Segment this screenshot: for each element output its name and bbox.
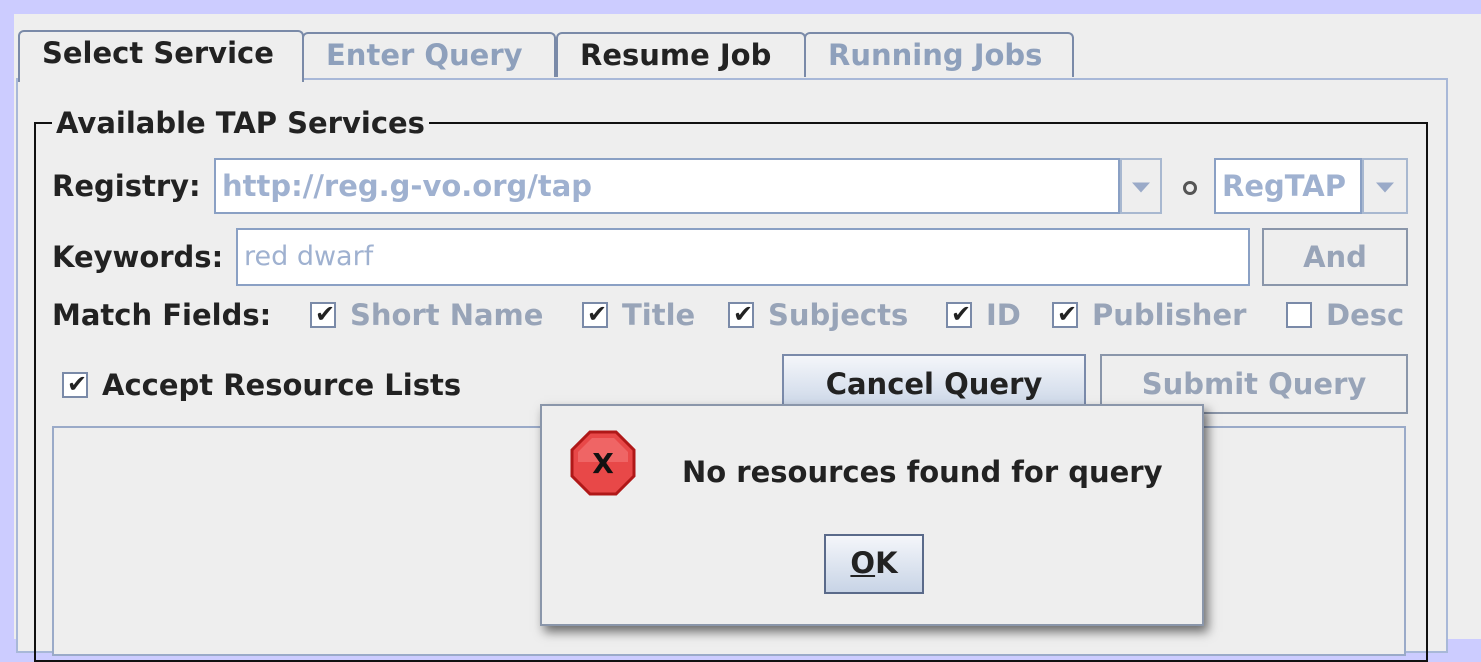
- keywords-label: Keywords:: [52, 240, 224, 274]
- radio-icon[interactable]: [1183, 181, 1197, 195]
- keywords-input[interactable]: red dwarf: [236, 228, 1250, 286]
- check-icon: ✔: [951, 300, 972, 328]
- short-name-label: Short Name: [350, 298, 544, 332]
- title-checkbox[interactable]: ✔: [582, 300, 608, 328]
- keywords-value: red dwarf: [244, 241, 374, 272]
- id-label: ID: [986, 298, 1021, 332]
- registry-label: Registry:: [52, 169, 201, 203]
- tab-enter-query[interactable]: Enter Query: [302, 32, 556, 77]
- check-icon: ✔: [733, 300, 754, 328]
- tab-resume-job[interactable]: Resume Job: [556, 32, 806, 77]
- publisher-checkbox[interactable]: ✔: [1052, 300, 1078, 328]
- registry-combo-field[interactable]: http://reg.g-vo.org/tap: [214, 158, 1120, 214]
- check-icon: ✔: [1057, 300, 1078, 328]
- check-icon: ✔: [587, 300, 608, 328]
- publisher-label: Publisher: [1092, 298, 1247, 332]
- tab-select-service[interactable]: Select Service: [18, 30, 304, 82]
- subjects-checkbox[interactable]: ✔: [728, 300, 754, 328]
- error-message: No resources found for query: [682, 455, 1163, 489]
- registry-dropdown-button[interactable]: [1120, 158, 1162, 214]
- short-name-checkbox[interactable]: ✔: [310, 300, 336, 328]
- accept-resource-lists-label: Accept Resource Lists: [102, 368, 462, 402]
- chevron-down-icon: [1376, 182, 1394, 193]
- protocol-combo-field[interactable]: RegTAP: [1214, 158, 1362, 214]
- error-octagon-icon: X: [570, 430, 636, 496]
- tab-running-jobs[interactable]: Running Jobs: [804, 32, 1074, 77]
- protocol-value: RegTAP: [1222, 169, 1346, 203]
- registry-value: http://reg.g-vo.org/tap: [222, 169, 593, 203]
- subjects-label: Subjects: [768, 298, 909, 332]
- desc-checkbox[interactable]: [1286, 302, 1312, 328]
- protocol-dropdown-button[interactable]: [1362, 158, 1408, 214]
- desc-label: Desc: [1326, 298, 1405, 332]
- check-icon: ✔: [315, 300, 336, 328]
- group-title: Available TAP Services: [52, 104, 429, 142]
- error-glyph: X: [592, 447, 614, 480]
- ok-button[interactable]: OK: [824, 534, 924, 594]
- title-label: Title: [622, 298, 696, 332]
- match-fields-label: Match Fields:: [52, 298, 272, 332]
- chevron-down-icon: [1132, 182, 1150, 193]
- error-dialog: X No resources found for query OK: [540, 404, 1204, 626]
- check-icon: ✔: [67, 370, 88, 398]
- id-checkbox[interactable]: ✔: [946, 300, 972, 328]
- accept-resource-lists-checkbox[interactable]: ✔: [62, 370, 88, 398]
- and-or-toggle-button[interactable]: And: [1262, 228, 1408, 286]
- ok-label-rest: K: [875, 546, 898, 580]
- ok-mnemonic: O: [850, 546, 876, 580]
